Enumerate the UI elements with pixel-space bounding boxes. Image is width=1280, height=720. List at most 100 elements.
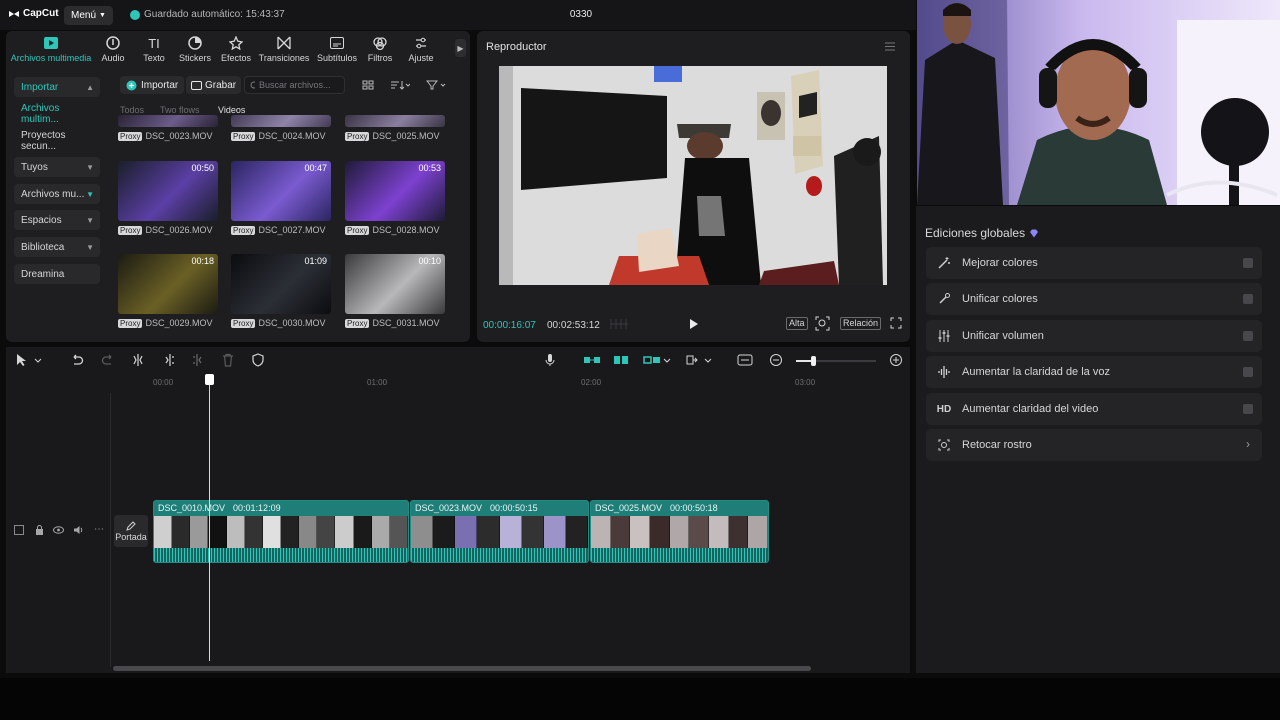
media-thumbnail[interactable]: 01:09 xyxy=(231,254,331,314)
global-edit-2[interactable]: Unificar colores xyxy=(926,283,1262,315)
playhead[interactable] xyxy=(209,378,210,661)
filter-videos[interactable]: Videos xyxy=(218,105,245,115)
filmstrip-frame xyxy=(172,516,191,548)
select-cursor-icon[interactable] xyxy=(14,353,28,367)
track-collapse-icon[interactable] xyxy=(14,525,24,535)
media-filename: DSC_0024.MOV xyxy=(258,131,326,141)
media-thumbnail[interactable]: 00:18 xyxy=(118,254,218,314)
search-input[interactable] xyxy=(259,80,339,90)
shield-icon[interactable] xyxy=(251,353,265,367)
main-track-magnet-icon[interactable] xyxy=(583,353,601,367)
timeline-clip[interactable]: DSC_0023.MOV 00:00:50:15 xyxy=(410,500,589,563)
media-thumbnail[interactable] xyxy=(345,115,445,127)
chevron-down-icon[interactable] xyxy=(703,353,713,367)
sort-icon[interactable] xyxy=(390,79,410,91)
chevron-down-icon: ▼ xyxy=(86,215,94,225)
split-icon[interactable] xyxy=(131,353,145,367)
sidebar-item-yours[interactable]: Tuyos ▼ xyxy=(14,157,100,177)
auto-snap-icon[interactable] xyxy=(612,353,630,367)
eye-icon[interactable] xyxy=(53,526,64,534)
chevron-down-icon[interactable] xyxy=(33,353,47,367)
tab-stickers[interactable]: Stickers xyxy=(172,35,218,63)
search-box[interactable] xyxy=(244,76,345,94)
timeline-scrollbar[interactable] xyxy=(113,666,811,671)
tab-effects[interactable]: Efectos xyxy=(213,35,259,63)
more-options-icon[interactable]: ⋯ xyxy=(94,524,104,535)
toggle-switch[interactable] xyxy=(1243,331,1253,341)
import-button[interactable]: Importar xyxy=(120,76,185,94)
trim-right-icon[interactable] xyxy=(191,353,205,367)
global-edit-3[interactable]: Unificar volumen xyxy=(926,320,1262,352)
media-thumbnail[interactable]: 00:47 xyxy=(231,161,331,221)
video-preview[interactable] xyxy=(499,66,887,285)
link-icon[interactable] xyxy=(643,353,661,367)
redo-icon[interactable] xyxy=(101,353,115,367)
tab-subtitles[interactable]: Subtítulos xyxy=(313,35,361,63)
tab-filters[interactable]: Filtros xyxy=(357,35,403,63)
sidebar-item-import[interactable]: Importar ▲ xyxy=(14,77,100,97)
tab-text[interactable]: TI Texto xyxy=(131,35,177,64)
zoom-in-icon[interactable] xyxy=(889,353,903,367)
menu-button[interactable]: Menú ▼ xyxy=(64,6,113,25)
global-edit-1[interactable]: Mejorar colores xyxy=(926,247,1262,279)
timeline-clip[interactable]: DSC_0025.MOV 00:00:50:18 xyxy=(590,500,769,563)
tab-transitions[interactable]: Transiciones xyxy=(256,35,312,63)
grid-view-icon[interactable] xyxy=(362,79,374,91)
play-button[interactable] xyxy=(689,318,699,330)
preview-axis-icon[interactable] xyxy=(685,353,699,367)
speaker-icon[interactable] xyxy=(73,525,84,535)
record-button[interactable]: Grabar xyxy=(186,76,242,94)
toggle-switch[interactable] xyxy=(1243,258,1253,268)
project-title[interactable]: 0330 xyxy=(558,9,604,20)
toggle-switch[interactable] xyxy=(1243,294,1253,304)
sidebar-item-library[interactable]: Biblioteca ▼ xyxy=(14,237,100,257)
fullscreen-icon[interactable] xyxy=(890,317,902,329)
caption-toggle-icon[interactable] xyxy=(737,353,753,367)
toolbar-scroll-right-button[interactable]: ▶ xyxy=(455,39,466,57)
time-ruler[interactable]: 00:00 01:00 02:00 03:00 xyxy=(111,376,910,390)
zoom-slider-handle[interactable] xyxy=(811,356,816,366)
microphone-icon[interactable] xyxy=(543,353,557,367)
filter-all[interactable]: Todos xyxy=(120,105,144,115)
filter-funnel-icon[interactable] xyxy=(426,79,446,91)
zoom-fit-icon[interactable] xyxy=(815,316,830,331)
ratio-button[interactable]: Relación xyxy=(840,317,882,330)
face-retouch-icon xyxy=(936,437,952,453)
tab-audio[interactable]: Audio xyxy=(90,35,136,63)
global-edit-4[interactable]: Aumentar la claridad de la voz xyxy=(926,356,1262,388)
media-thumbnail[interactable]: 00:10 xyxy=(345,254,445,314)
cover-button[interactable]: Portada xyxy=(114,515,148,547)
global-edit-6[interactable]: Retocar rostro › xyxy=(926,429,1262,461)
playhead-handle[interactable] xyxy=(205,374,214,385)
clip-filmstrip xyxy=(154,516,408,548)
sidebar-item-secondary-projects[interactable]: Proyectos secun... xyxy=(14,130,100,152)
global-edits-title: Ediciones globales xyxy=(925,226,1039,240)
player-menu-icon[interactable] xyxy=(885,42,895,51)
tab-media[interactable]: Archivos multimedia xyxy=(6,35,96,63)
undo-icon[interactable] xyxy=(70,353,84,367)
trim-left-icon[interactable] xyxy=(162,353,176,367)
zoom-slider[interactable] xyxy=(796,356,876,366)
global-edit-5[interactable]: HD Aumentar claridad del video xyxy=(926,393,1262,425)
media-thumbnail[interactable]: 00:53 xyxy=(345,161,445,221)
toggle-switch[interactable] xyxy=(1243,367,1253,377)
lock-icon[interactable] xyxy=(35,525,44,535)
quality-button[interactable]: Alta xyxy=(786,317,808,330)
timeline-clip[interactable]: DSC_0010.MOV 00:01:12:09 xyxy=(153,500,409,563)
media-thumbnail[interactable] xyxy=(231,115,331,127)
sidebar-item-spaces[interactable]: Espacios ▼ xyxy=(14,210,100,230)
sidebar-item-media-files[interactable]: Archivos multim... xyxy=(14,103,100,125)
chevron-right-icon: › xyxy=(1246,437,1250,451)
media-thumbnail[interactable] xyxy=(118,115,218,127)
ruler-label: 00:00 xyxy=(153,378,174,387)
delete-icon[interactable] xyxy=(221,353,235,367)
sidebar-item-media-more[interactable]: Archivos mu... ▼ xyxy=(14,184,100,204)
tab-adjust[interactable]: Ajuste xyxy=(398,35,444,63)
media-thumbnail[interactable]: 00:50 xyxy=(118,161,218,221)
chevron-down-icon[interactable] xyxy=(662,353,672,367)
zoom-out-icon[interactable] xyxy=(769,353,783,367)
toggle-switch[interactable] xyxy=(1243,404,1253,414)
subtitle-icon xyxy=(313,35,361,51)
filter-two-flows[interactable]: Two flows xyxy=(160,105,200,115)
sidebar-item-dreamina[interactable]: Dreamina xyxy=(14,264,100,284)
